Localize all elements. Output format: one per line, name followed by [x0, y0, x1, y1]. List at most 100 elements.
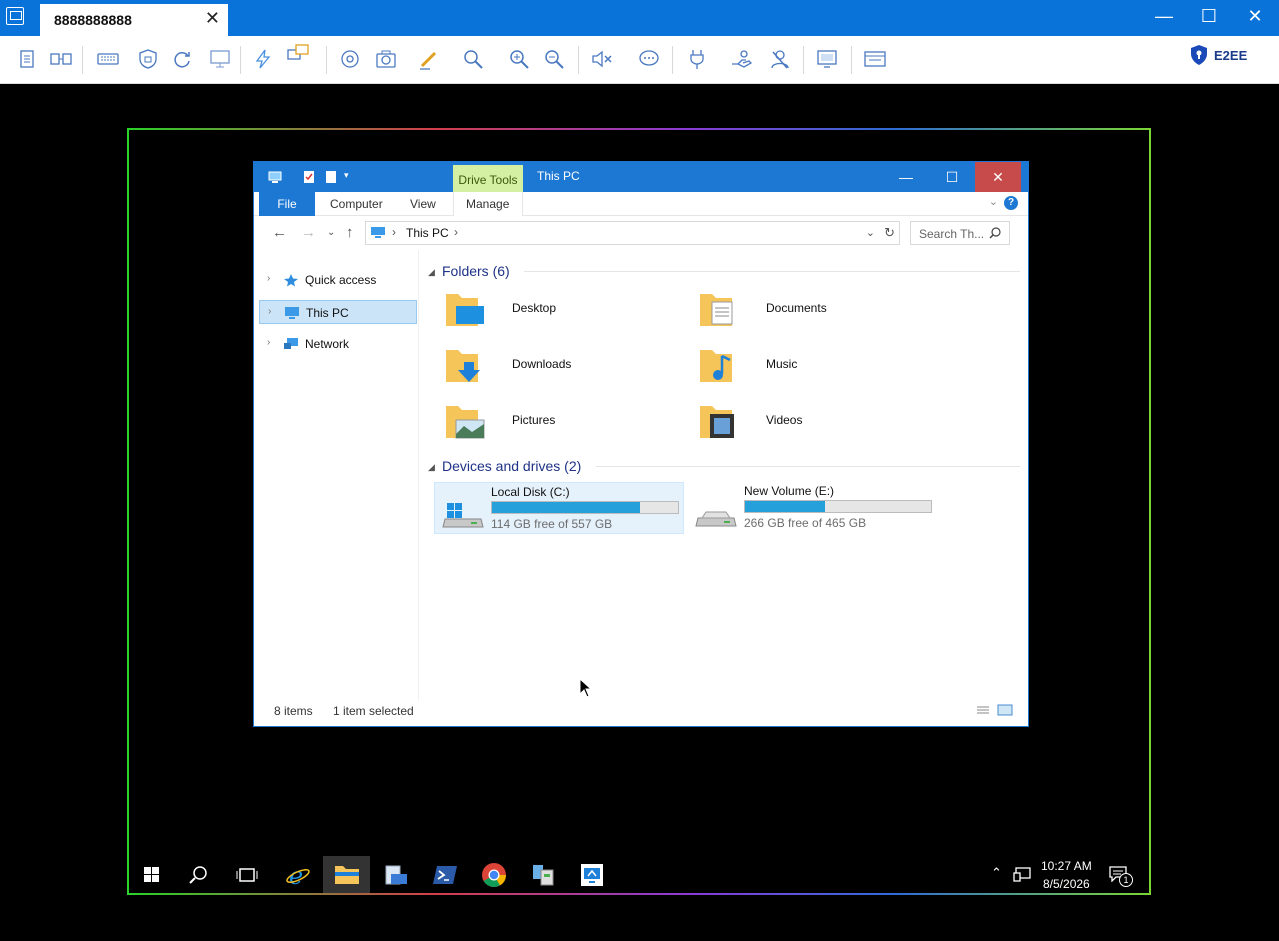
chevron-right-icon[interactable]: ›	[267, 337, 270, 348]
lightning-icon[interactable]	[252, 48, 274, 70]
nav-item-quick-access[interactable]: › Quick access	[259, 268, 417, 292]
powershell-icon[interactable]	[432, 862, 458, 888]
show-hidden-icons-icon[interactable]: ⌃	[991, 865, 1002, 881]
internet-explorer-icon[interactable]: e	[285, 862, 311, 888]
security-shield-icon[interactable]	[137, 48, 159, 70]
explorer-title-bar[interactable]: ▾ Drive Tools This PC — ☐ ✕	[254, 162, 1028, 192]
remote-desktop-client: 8888888888 ✕ — ☐ ✕ E2EE ▾ Drive Tools Th…	[0, 0, 1279, 941]
hand-share-icon[interactable]	[730, 48, 752, 70]
breadcrumb-this-pc[interactable]: This PC	[406, 226, 449, 240]
tab-file[interactable]: File	[259, 192, 315, 216]
toolbar-divider	[326, 46, 327, 74]
explorer-close-icon[interactable]: ✕	[975, 162, 1021, 192]
switch-display-icon[interactable]	[287, 44, 309, 66]
network-tray-icon[interactable]	[1013, 867, 1031, 883]
clock-time[interactable]: 10:27 AM	[1041, 859, 1092, 873]
zoom-in-icon[interactable]	[508, 48, 530, 70]
zoom-out-icon[interactable]	[543, 48, 565, 70]
pen-icon[interactable]	[418, 48, 440, 70]
folder-item-music[interactable]: Music	[698, 344, 938, 390]
properties-icon[interactable]	[302, 170, 316, 184]
file-explorer-taskbar-button[interactable]	[323, 856, 370, 893]
drive-usage-bar	[744, 500, 932, 513]
drive-item-local-disk-c[interactable]: Local Disk (C:) 114 GB free of 557 GB	[434, 482, 684, 534]
keyboard-icon[interactable]	[97, 48, 119, 70]
help-icon[interactable]: ?	[1004, 196, 1018, 210]
folder-item-documents[interactable]: Documents	[698, 288, 938, 334]
nav-item-this-pc[interactable]: › This PC	[259, 300, 417, 324]
camera-icon[interactable]	[375, 48, 397, 70]
close-window-icon[interactable]: ✕	[1240, 6, 1270, 27]
window-menu-icon[interactable]	[864, 48, 886, 70]
record-icon[interactable]	[339, 48, 361, 70]
folder-item-pictures[interactable]: Pictures	[444, 400, 684, 446]
toolbar-divider	[803, 46, 804, 74]
chevron-right-icon[interactable]: ›	[268, 306, 271, 317]
recent-locations-icon[interactable]: ⌄	[327, 227, 335, 238]
address-dropdown-icon[interactable]: ⌄	[866, 226, 875, 239]
folder-item-desktop[interactable]: Desktop	[444, 288, 684, 334]
refresh-icon[interactable]	[171, 48, 193, 70]
back-arrow-icon[interactable]: ←	[272, 224, 287, 241]
file-transfer-icon[interactable]	[50, 48, 72, 70]
collapse-group-icon[interactable]: ◢	[428, 462, 435, 473]
chrome-icon[interactable]	[481, 862, 507, 888]
up-arrow-icon[interactable]: ↑	[346, 224, 354, 241]
collapse-group-icon[interactable]: ◢	[428, 267, 435, 278]
block-user-icon[interactable]	[769, 48, 791, 70]
search-box[interactable]: Search Th...	[910, 221, 1010, 245]
session-tab[interactable]: 8888888888 ✕	[40, 4, 228, 36]
chat-icon[interactable]	[638, 48, 660, 70]
explorer-maximize-icon[interactable]: ☐	[929, 162, 975, 192]
search-tool-icon[interactable]	[462, 48, 484, 70]
drive-usage-fill	[492, 502, 640, 513]
folder-label: Downloads	[512, 357, 572, 371]
action-center-icon[interactable]: 1	[1109, 866, 1133, 887]
drive-tools-tab[interactable]: Drive Tools	[453, 165, 523, 192]
tab-view[interactable]: View	[410, 197, 436, 211]
refresh-icon[interactable]: ↻	[884, 225, 895, 241]
search-icon[interactable]	[186, 862, 212, 888]
folders-group-heading[interactable]: Folders (6)	[442, 263, 510, 279]
folder-label: Pictures	[512, 413, 556, 427]
folder-item-videos[interactable]: Videos	[698, 400, 938, 446]
folder-item-downloads[interactable]: Downloads	[444, 344, 684, 390]
clock-date[interactable]: 8/5/2026	[1043, 877, 1090, 891]
documents-folder-icon	[700, 294, 733, 326]
monitor-icon[interactable]	[209, 48, 231, 70]
session-tab-title: 8888888888	[54, 12, 132, 28]
ribbon-tabs: File Computer View Manage ⌄ ?	[254, 192, 1028, 216]
network-tool-icon[interactable]	[530, 862, 556, 888]
tab-computer[interactable]: Computer	[330, 197, 383, 211]
nav-item-label: Network	[305, 337, 350, 351]
start-windows-icon[interactable]	[139, 862, 165, 888]
drive-item-new-volume-e[interactable]: New Volume (E:) 266 GB free of 465 GB	[688, 482, 938, 534]
mute-icon[interactable]	[591, 48, 613, 70]
address-bar[interactable]: › This PC › ⌄ ↻	[365, 221, 900, 245]
new-folder-icon[interactable]	[324, 170, 338, 184]
tab-manage[interactable]: Manage	[466, 197, 509, 211]
minimize-icon[interactable]: —	[1149, 6, 1179, 27]
breadcrumb-separator-icon[interactable]: ›	[454, 225, 458, 239]
plug-icon[interactable]	[686, 48, 708, 70]
computer-icon	[371, 227, 385, 238]
explorer-minimize-icon[interactable]: —	[883, 162, 929, 192]
remote-screen-icon[interactable]	[816, 48, 838, 70]
remote-desktop-app-icon[interactable]	[579, 862, 605, 888]
server-manager-icon[interactable]	[383, 862, 409, 888]
nav-item-network[interactable]: › Network	[259, 332, 417, 356]
search-icon[interactable]	[989, 227, 1001, 239]
drives-group-heading[interactable]: Devices and drives (2)	[442, 458, 581, 474]
task-view-icon[interactable]	[234, 862, 260, 888]
maximize-icon[interactable]: ☐	[1194, 6, 1224, 27]
chevron-right-icon[interactable]: ›	[267, 273, 270, 284]
client-app-icon[interactable]	[6, 7, 24, 25]
details-view-icon[interactable]	[975, 704, 991, 716]
forward-arrow-icon[interactable]: →	[301, 224, 316, 241]
close-tab-icon[interactable]: ✕	[205, 8, 220, 29]
document-icon[interactable]	[16, 48, 38, 70]
search-input[interactable]: Search Th...	[919, 227, 984, 241]
expand-ribbon-icon[interactable]: ⌄	[989, 195, 998, 208]
quick-access-dropdown-icon[interactable]: ▾	[344, 170, 349, 181]
large-icons-view-icon[interactable]	[997, 704, 1013, 716]
